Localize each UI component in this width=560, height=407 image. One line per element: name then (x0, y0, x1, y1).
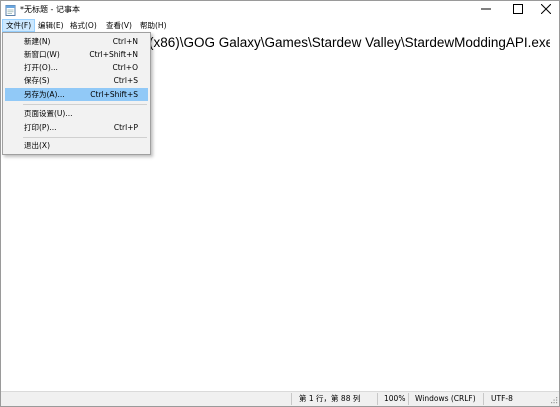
editor-visible-text[interactable]: (x86)\GOG Galaxy\Games\Stardew Valley\St… (149, 35, 558, 51)
status-cursor-position: 第 1 行，第 88 列 (299, 394, 361, 403)
menu-item-new[interactable]: 新建(N) Ctrl+N (5, 35, 148, 48)
notepad-window: *无标题 - 记事本 文件(F) 编辑(E) 格式(O) 查看(V) 帮助(H)… (0, 0, 560, 407)
menu-item-open[interactable]: 打开(O)... Ctrl+O (5, 61, 148, 74)
maximize-icon (513, 4, 523, 16)
menu-item-exit[interactable]: 退出(X) (5, 139, 148, 152)
vertical-scroll-area[interactable] (550, 32, 559, 391)
status-line-ending: Windows (CRLF) (415, 394, 476, 403)
status-separator (291, 393, 292, 405)
status-separator (483, 393, 484, 405)
menu-bar: 文件(F) 编辑(E) 格式(O) 查看(V) 帮助(H) (1, 19, 559, 32)
status-bar: 第 1 行，第 88 列 100% Windows (CRLF) UTF-8 (1, 391, 559, 406)
minimize-button[interactable] (471, 1, 501, 19)
menu-separator (23, 104, 147, 105)
menu-separator (23, 137, 147, 138)
menu-item-new-window[interactable]: 新窗口(W) Ctrl+Shift+N (5, 48, 148, 61)
close-button[interactable] (531, 1, 560, 19)
menu-item-print[interactable]: 打印(P)... Ctrl+P (5, 121, 148, 134)
file-menu-dropdown: 新建(N) Ctrl+N 新窗口(W) Ctrl+Shift+N 打开(O)..… (2, 32, 151, 155)
status-zoom: 100% (384, 394, 406, 403)
menu-format[interactable]: 格式(O) (67, 19, 100, 32)
menu-help[interactable]: 帮助(H) (137, 19, 170, 32)
status-encoding: UTF-8 (491, 394, 513, 403)
minimize-icon (481, 4, 491, 16)
menu-item-page-setup[interactable]: 页面设置(U)... (5, 107, 148, 120)
title-bar[interactable]: *无标题 - 记事本 (1, 1, 559, 19)
status-separator (377, 393, 378, 405)
menu-view[interactable]: 查看(V) (103, 19, 135, 32)
menu-item-save-as[interactable]: 另存为(A)... Ctrl+Shift+S (5, 88, 148, 101)
menu-file[interactable]: 文件(F) (2, 19, 36, 32)
maximize-button[interactable] (503, 1, 533, 19)
status-separator (408, 393, 409, 405)
menu-item-save[interactable]: 保存(S) Ctrl+S (5, 74, 148, 87)
menu-edit[interactable]: 编辑(E) (35, 19, 67, 32)
notepad-icon[interactable] (5, 4, 16, 16)
close-icon (540, 3, 552, 16)
window-title: *无标题 - 记事本 (20, 5, 80, 14)
resize-grip-icon[interactable] (549, 396, 558, 405)
